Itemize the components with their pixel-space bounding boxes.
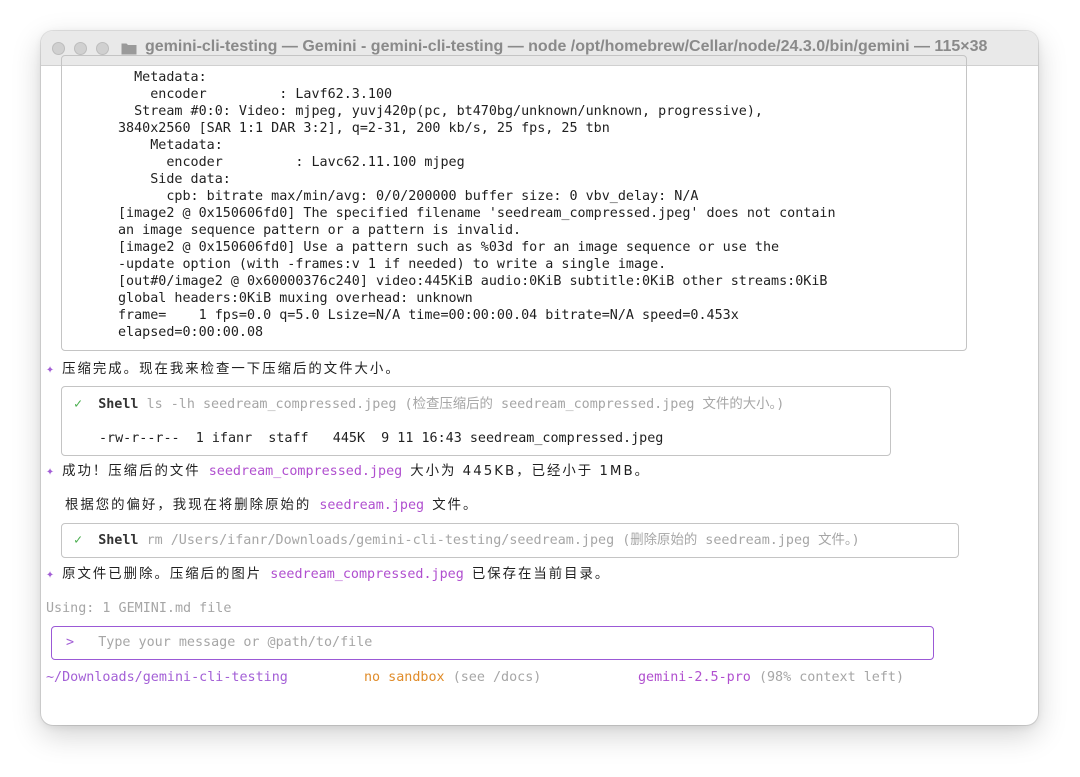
prompt-chevron-icon: > [66, 635, 75, 650]
log-line: -update option (with -frames:v 1 if need… [118, 257, 667, 272]
log-line: frame= 1 fps=0.0 q=5.0 Lsize=N/A time=00… [118, 308, 739, 323]
shell-command-line: ✓ Shell ls -lh seedream_compressed.jpeg … [74, 397, 785, 412]
log-line: Metadata: [118, 138, 223, 153]
tool-output-box: Metadata: encoder : Lavf62.3.100 Stream … [61, 55, 967, 351]
assistant-message: ✦ 成功！压缩后的文件 seedream_compressed.jpeg 大小为… [46, 464, 651, 479]
log-line: elapsed=0:00:00.08 [118, 325, 264, 340]
shell-tool-box: ✓ Shell rm /Users/ifanr/Downloads/gemini… [61, 523, 959, 558]
folder-icon [121, 43, 137, 55]
message-input[interactable]: > Type your message or @path/to/file [51, 626, 934, 660]
log-line: global headers:0KiB muxing overhead: unk… [118, 291, 473, 306]
shell-command-line: ✓ Shell rm /Users/ifanr/Downloads/gemini… [74, 533, 860, 548]
log-line: [image2 @ 0x150606fd0] The specified fil… [118, 206, 836, 221]
shell-command: rm /Users/ifanr/Downloads/gemini-cli-tes… [146, 533, 860, 548]
log-line: [image2 @ 0x150606fd0] Use a pattern suc… [118, 240, 780, 255]
log-line: encoder : Lavf62.3.100 [118, 87, 393, 102]
sparkle-icon: ✦ [46, 362, 55, 377]
minimize-window-button[interactable] [74, 42, 87, 55]
close-window-button[interactable] [52, 42, 65, 55]
shell-command: ls -lh seedream_compressed.jpeg (检查压缩后的 … [146, 397, 785, 412]
shell-tool-box: ✓ Shell ls -lh seedream_compressed.jpeg … [61, 386, 891, 456]
check-icon: ✓ [74, 533, 83, 548]
sparkle-icon: ✦ [46, 567, 55, 582]
sparkle-icon: ✦ [46, 464, 55, 479]
log-line: cpb: bitrate max/min/avg: 0/0/200000 buf… [118, 189, 699, 204]
zoom-window-button[interactable] [96, 42, 109, 55]
shell-result: -rw-r--r-- 1 ifanr staff 445K 9 11 16:43… [99, 431, 664, 446]
context-file-note: Using: 1 GEMINI.md file [46, 601, 232, 616]
input-placeholder: Type your message or @path/to/file [98, 635, 373, 650]
assistant-message: 根据您的偏好，我现在将删除原始的 seedream.jpeg 文件。 [65, 498, 479, 513]
log-line: 3840x2560 [SAR 1:1 DAR 3:2], q=2-31, 200… [118, 121, 610, 136]
assistant-message: ✦ 原文件已删除。压缩后的图片 seedream_compressed.jpeg… [46, 567, 611, 582]
log-line: Stream #0:0: Video: mjpeg, yuvj420p(pc, … [118, 104, 763, 119]
model-status: gemini-2.5-pro (98% context left) [638, 670, 905, 685]
log-line: Metadata: [118, 70, 207, 85]
assistant-message: ✦ 压缩完成。现在我来检查一下压缩后的文件大小。 [46, 362, 401, 377]
current-directory: ~/Downloads/gemini-cli-testing [46, 670, 288, 685]
sandbox-status: no sandbox (see /docs) [364, 670, 542, 685]
check-icon: ✓ [74, 397, 83, 412]
terminal-window: gemini-cli-testing — Gemini - gemini-cli… [41, 31, 1038, 725]
log-line: Side data: [118, 172, 231, 187]
log-line: [out#0/image2 @ 0x60000376c240] video:44… [118, 274, 828, 289]
log-line: encoder : Lavc62.11.100 mjpeg [118, 155, 465, 170]
log-line: an image sequence pattern or a pattern i… [118, 223, 522, 238]
window-title: gemini-cli-testing — Gemini - gemini-cli… [145, 38, 988, 55]
